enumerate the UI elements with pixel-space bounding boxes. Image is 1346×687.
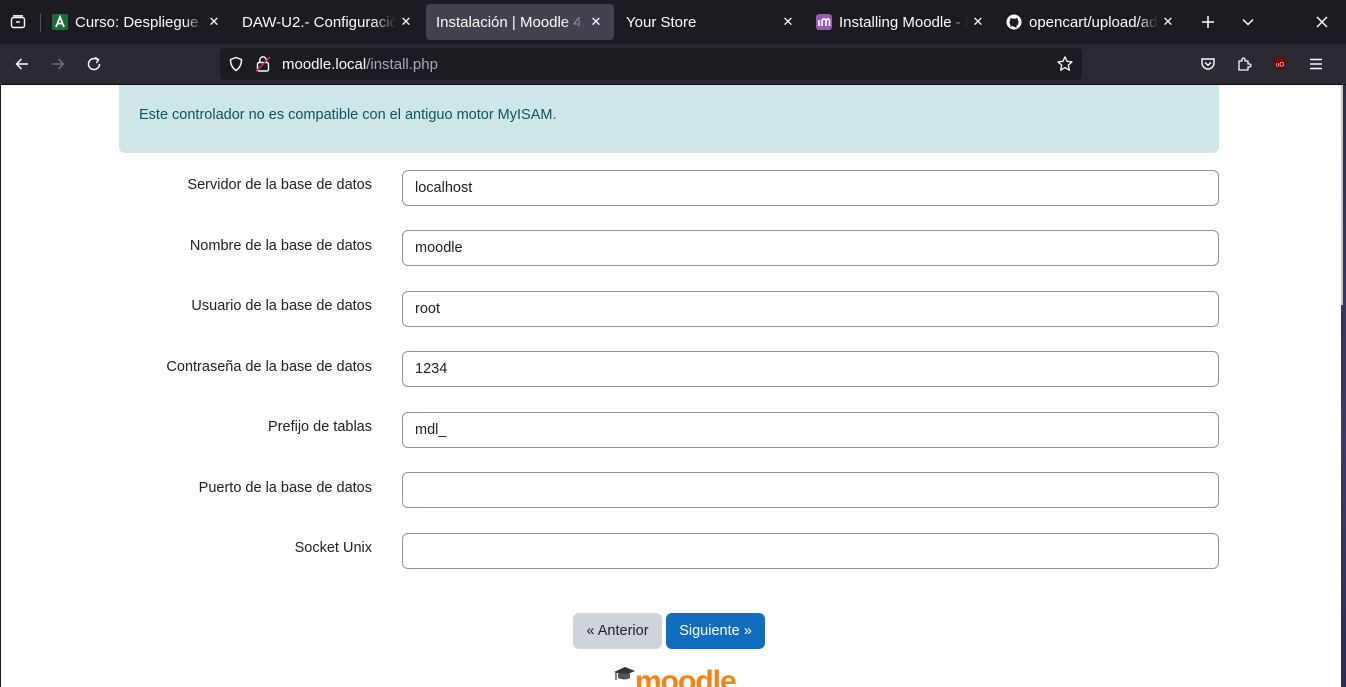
label-unix-socket: Socket Unix <box>294 540 372 556</box>
list-all-tabs-button[interactable] <box>1236 10 1260 34</box>
moodle-docs-icon <box>816 14 832 30</box>
extensions-button[interactable] <box>1232 52 1256 76</box>
tab-title: Your Store <box>626 13 697 31</box>
close-tab-icon[interactable]: ✕ <box>968 14 988 30</box>
table-prefix-input[interactable] <box>402 412 1219 448</box>
label-db-name: Nombre de la base de datos <box>189 238 372 254</box>
tab-title: opencart/upload/adm <box>1029 13 1158 31</box>
label-db-password: Contraseña de la base de datos <box>166 359 372 375</box>
tab-daw[interactable]: DAW-U2.- Configuración ✕ <box>232 4 424 40</box>
close-icon <box>1316 16 1328 28</box>
label-table-prefix: Prefijo de tablas <box>268 419 372 435</box>
db-password-input[interactable] <box>402 351 1219 387</box>
close-tab-icon[interactable]: ✕ <box>204 14 224 30</box>
puzzle-icon <box>1238 57 1252 71</box>
reload-button[interactable] <box>82 52 106 76</box>
label-db-host: Servidor de la base de datos <box>187 177 372 193</box>
next-button[interactable]: Siguiente » <box>666 613 765 649</box>
plus-icon <box>1202 16 1214 28</box>
close-tab-icon[interactable]: ✕ <box>1158 14 1178 30</box>
url-host: moodle.local <box>282 56 367 73</box>
unix-socket-input[interactable] <box>402 533 1219 569</box>
moodle-logo: moodle <box>613 665 737 687</box>
alert-message: Este controlador no es compatible con el… <box>139 107 557 123</box>
tab-separator <box>40 14 41 32</box>
page-content: Este controlador no es compatible con el… <box>1 85 1341 687</box>
tab-opencart-github[interactable]: opencart/upload/adm ✕ <box>996 4 1186 40</box>
url-text[interactable]: moodle.local/install.php <box>282 56 438 73</box>
firefox-view-button[interactable] <box>6 10 30 34</box>
graduation-cap-icon <box>614 667 635 680</box>
tab-installing-moodle[interactable]: Installing Moodle - M ✕ <box>806 4 996 40</box>
tab-title: Installing Moodle - M <box>839 13 968 31</box>
tab-curso[interactable]: Curso: Despliegue de ✕ <box>42 4 232 40</box>
github-icon <box>1006 14 1022 30</box>
back-button[interactable] <box>10 52 34 76</box>
hamburger-icon <box>1310 58 1322 70</box>
svg-text:uO: uO <box>1276 63 1284 69</box>
pocket-icon <box>1201 58 1215 70</box>
new-tab-button[interactable] <box>1196 10 1220 34</box>
info-alert: Este controlador no es compatible con el… <box>119 85 1219 153</box>
close-tab-icon[interactable]: ✕ <box>586 14 606 30</box>
tab-instalacion-moodle[interactable]: Instalación | Moodle 4.3 ✕ <box>426 4 614 40</box>
close-tab-icon[interactable]: ✕ <box>778 14 798 30</box>
ublock-button[interactable]: uO <box>1268 52 1292 76</box>
moodle-logo-text: moodle <box>635 665 737 687</box>
tab-title: DAW-U2.- Configuración <box>242 13 396 31</box>
arrow-right-icon <box>52 58 65 70</box>
insecure-lock-icon[interactable] <box>255 55 271 78</box>
tab-title: Curso: Despliegue de <box>75 13 204 31</box>
close-window-button[interactable] <box>1310 10 1334 34</box>
navigation-toolbar: moodle.local/install.php uO <box>0 44 1346 85</box>
db-port-input[interactable] <box>402 472 1219 508</box>
scrollbar-thumb[interactable] <box>1341 85 1343 305</box>
reload-icon <box>87 56 101 71</box>
address-bar[interactable]: moodle.local/install.php <box>220 48 1082 80</box>
firefox-view-icon <box>10 15 26 29</box>
db-name-input[interactable] <box>402 230 1219 266</box>
db-user-input[interactable] <box>402 291 1219 327</box>
url-path: /install.php <box>366 56 438 73</box>
label-db-port: Puerto de la base de datos <box>198 480 372 496</box>
previous-button[interactable]: « Anterior <box>573 613 662 649</box>
bookmark-star-icon[interactable] <box>1056 55 1074 78</box>
menu-button[interactable] <box>1304 52 1328 76</box>
tab-bar: Curso: Despliegue de ✕ DAW-U2.- Configur… <box>0 0 1346 44</box>
ublock-icon: uO <box>1274 57 1286 71</box>
forward-button[interactable] <box>46 52 70 76</box>
label-db-user: Usuario de la base de datos <box>191 298 372 314</box>
shield-icon[interactable] <box>228 56 244 77</box>
aules-icon <box>52 14 68 30</box>
chevron-down-icon <box>1242 18 1254 26</box>
tab-your-store[interactable]: Your Store ✕ <box>616 4 806 40</box>
tab-title: Instalación | Moodle 4.3 <box>436 13 586 31</box>
pocket-button[interactable] <box>1196 52 1220 76</box>
db-host-input[interactable] <box>402 170 1219 206</box>
arrow-left-icon <box>15 58 28 70</box>
close-tab-icon[interactable]: ✕ <box>396 14 416 30</box>
